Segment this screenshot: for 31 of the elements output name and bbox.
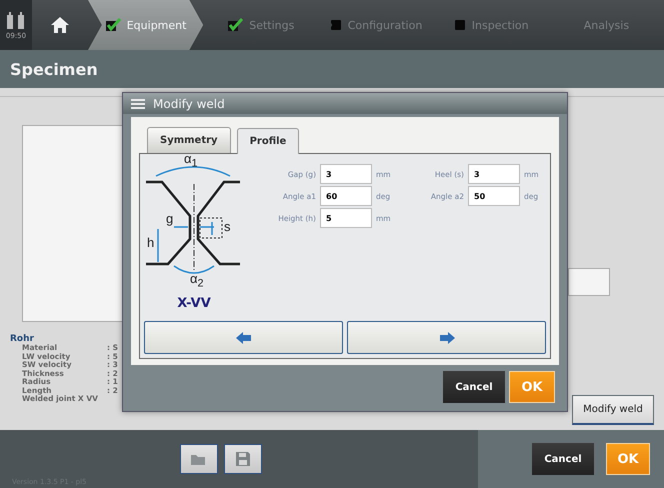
specimen-title: Rohr	[10, 334, 35, 344]
weld-type-label: X-VV	[177, 296, 211, 311]
cancel-button[interactable]: Cancel	[532, 443, 594, 475]
modify-weld-button[interactable]: Modify weld	[572, 395, 654, 425]
open-button[interactable]	[180, 444, 218, 474]
folder-icon	[190, 452, 208, 466]
input-field[interactable]: 3	[468, 164, 520, 184]
battery-icon	[5, 10, 27, 30]
weld-profile-drawing: α$_{1}$ α$_{2}$ g s h	[144, 156, 244, 286]
previous-button[interactable]	[144, 321, 343, 354]
cancel-button[interactable]: Cancel	[443, 371, 505, 403]
next-button[interactable]	[347, 321, 546, 354]
checkmark-icon	[227, 18, 244, 32]
left-arrow-icon	[236, 332, 252, 344]
input-field[interactable]: 50	[468, 186, 520, 206]
checkmark-icon	[104, 18, 121, 32]
tab[interactable]: Symmetry	[147, 127, 231, 153]
page-title: Specimen	[10, 60, 98, 78]
input-field[interactable]: 60	[320, 186, 372, 206]
square-icon	[330, 19, 342, 31]
input-field[interactable]	[568, 268, 610, 296]
save-icon	[235, 451, 251, 467]
right-arrow-icon	[438, 332, 454, 344]
menu-icon	[131, 98, 145, 108]
home-icon	[50, 16, 70, 34]
input-field[interactable]: 5	[320, 208, 372, 228]
square-icon	[454, 19, 466, 31]
input-field[interactable]: 3	[320, 164, 372, 184]
tab[interactable]: Profile	[236, 128, 300, 154]
save-button[interactable]	[224, 444, 262, 474]
dialog-title: Modify weld	[153, 96, 225, 110]
